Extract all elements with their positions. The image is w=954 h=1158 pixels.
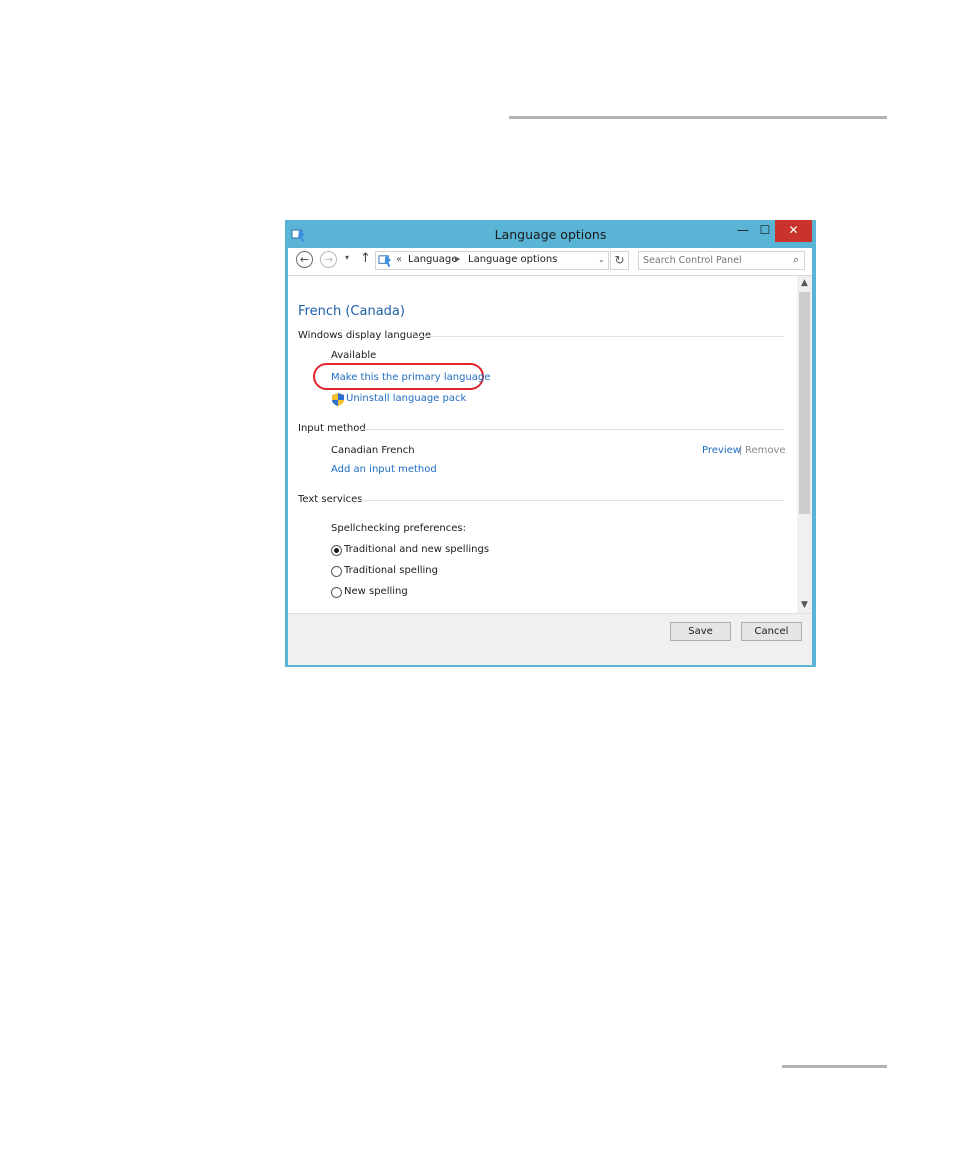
- search-box[interactable]: ⌕: [638, 251, 805, 270]
- make-primary-language-link[interactable]: Make this the primary language: [331, 372, 490, 383]
- maximize-button[interactable]: ☐: [754, 220, 776, 242]
- radio-traditional[interactable]: [331, 566, 342, 577]
- recent-locations-dropdown[interactable]: ▾: [345, 253, 349, 262]
- uninstall-language-pack-link[interactable]: Uninstall language pack: [346, 393, 466, 404]
- page-footer-rule: [782, 1065, 887, 1068]
- radio-label[interactable]: Traditional spelling: [344, 565, 438, 576]
- cancel-button[interactable]: Cancel: [741, 622, 802, 641]
- radio-new[interactable]: [331, 587, 342, 598]
- close-button[interactable]: ✕: [775, 220, 812, 242]
- add-input-method-link[interactable]: Add an input method: [331, 464, 437, 475]
- dialog-footer: Save Cancel: [288, 613, 812, 665]
- scroll-up-icon[interactable]: ▲: [797, 276, 812, 291]
- scroll-down-icon[interactable]: ▼: [797, 598, 812, 613]
- language-options-window: Language options — ☐ ✕ ← → ▾ ↑ « Languag…: [285, 220, 816, 667]
- vertical-scrollbar[interactable]: ▲ ▼: [797, 276, 812, 613]
- input-method-section-label: Input method: [298, 423, 366, 434]
- section-divider: [416, 336, 784, 337]
- minimize-button[interactable]: —: [732, 220, 754, 242]
- page-title: French (Canada): [298, 304, 405, 319]
- content-pane: French (Canada) Windows display language…: [288, 276, 812, 613]
- section-divider: [360, 429, 784, 430]
- display-language-section-label: Windows display language: [298, 330, 432, 341]
- scrollbar-thumb[interactable]: [799, 292, 810, 514]
- breadcrumb-language[interactable]: Language: [408, 254, 457, 265]
- breadcrumb-language-options[interactable]: Language options: [468, 254, 557, 265]
- spellchecking-label: Spellchecking preferences:: [331, 523, 466, 534]
- section-divider: [360, 500, 784, 501]
- breadcrumb[interactable]: « Language ▶ Language options ⌄: [375, 251, 609, 270]
- up-arrow-icon[interactable]: ↑: [360, 251, 371, 266]
- text-services-section-label: Text services: [298, 494, 363, 505]
- search-icon[interactable]: ⌕: [793, 253, 799, 267]
- control-panel-icon: [378, 254, 392, 268]
- remove-link[interactable]: Remove: [745, 445, 786, 456]
- forward-arrow-icon[interactable]: →: [320, 251, 337, 268]
- save-button[interactable]: Save: [670, 622, 731, 641]
- shield-icon: [332, 393, 344, 406]
- search-input[interactable]: [643, 253, 783, 268]
- address-bar: ← → ▾ ↑ « Language ▶ Language options ⌄ …: [288, 248, 812, 276]
- radio-traditional-and-new[interactable]: [331, 545, 342, 556]
- page-header-rule: [509, 116, 887, 119]
- chevron-right-icon[interactable]: ▶: [455, 255, 460, 263]
- back-arrow-icon[interactable]: ←: [296, 251, 313, 268]
- input-method-name: Canadian French: [331, 445, 415, 456]
- link-separator: |: [739, 445, 743, 456]
- breadcrumb-overflow[interactable]: «: [396, 254, 402, 265]
- chevron-down-icon[interactable]: ⌄: [598, 255, 605, 264]
- refresh-icon[interactable]: ↻: [610, 251, 629, 270]
- title-bar: Language options — ☐ ✕: [285, 220, 816, 248]
- display-language-status: Available: [331, 350, 377, 361]
- radio-label[interactable]: Traditional and new spellings: [344, 544, 489, 555]
- radio-label[interactable]: New spelling: [344, 586, 408, 597]
- preview-link[interactable]: Preview: [702, 445, 741, 456]
